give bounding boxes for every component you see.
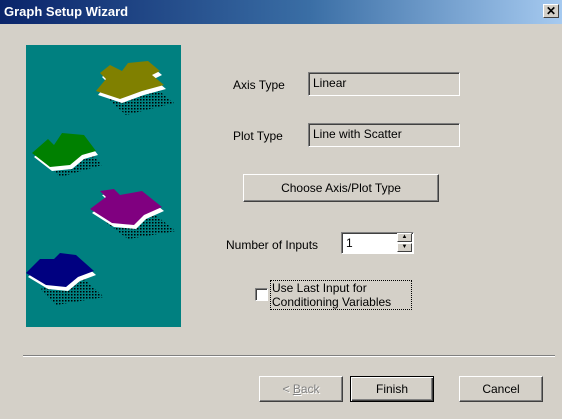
puzzle-piece-icon [96,61,174,115]
close-icon: ✕ [545,4,557,18]
arrow-down-icon: ▼ [401,244,408,250]
back-button-prefix: < [282,382,293,396]
number-of-inputs-label: Number of Inputs [226,238,319,252]
window-title: Graph Setup Wizard [4,4,129,19]
puzzle-piece-icon [26,253,104,305]
number-of-inputs-stepper[interactable]: 1 ▲ ▼ [341,232,414,254]
use-last-input-label[interactable]: Use Last Input for Conditioning Variable… [272,281,391,309]
use-last-input-checkbox[interactable] [255,288,268,301]
puzzle-piece-icon [32,133,102,177]
axis-type-label: Axis Type [233,78,285,92]
wizard-illustration [26,45,181,327]
checkbox-label-line2: Conditioning Variables [272,295,392,309]
back-button[interactable]: < Back [259,376,343,402]
footer-separator [23,355,555,357]
title-bar: Graph Setup Wizard ✕ [0,0,562,24]
back-button-rest: ack [300,382,320,396]
back-button-mnemonic: B [292,382,301,396]
checkbox-label-line1: Use Last Input for [272,281,367,295]
spin-down-button[interactable]: ▼ [397,243,412,252]
axis-type-field: Linear [308,72,460,96]
puzzle-piece-icon [90,189,176,239]
plot-type-field: Line with Scatter [308,123,460,147]
finish-button[interactable]: Finish [350,376,434,402]
arrow-up-icon: ▲ [401,234,408,240]
cancel-button[interactable]: Cancel [459,376,543,402]
choose-axis-plot-type-button[interactable]: Choose Axis/Plot Type [243,174,439,202]
number-of-inputs-value[interactable]: 1 [346,236,353,250]
close-button[interactable]: ✕ [543,4,559,18]
plot-type-label: Plot Type [233,129,283,143]
spin-up-button[interactable]: ▲ [397,233,412,242]
puzzle-pieces-illustration [26,61,176,305]
